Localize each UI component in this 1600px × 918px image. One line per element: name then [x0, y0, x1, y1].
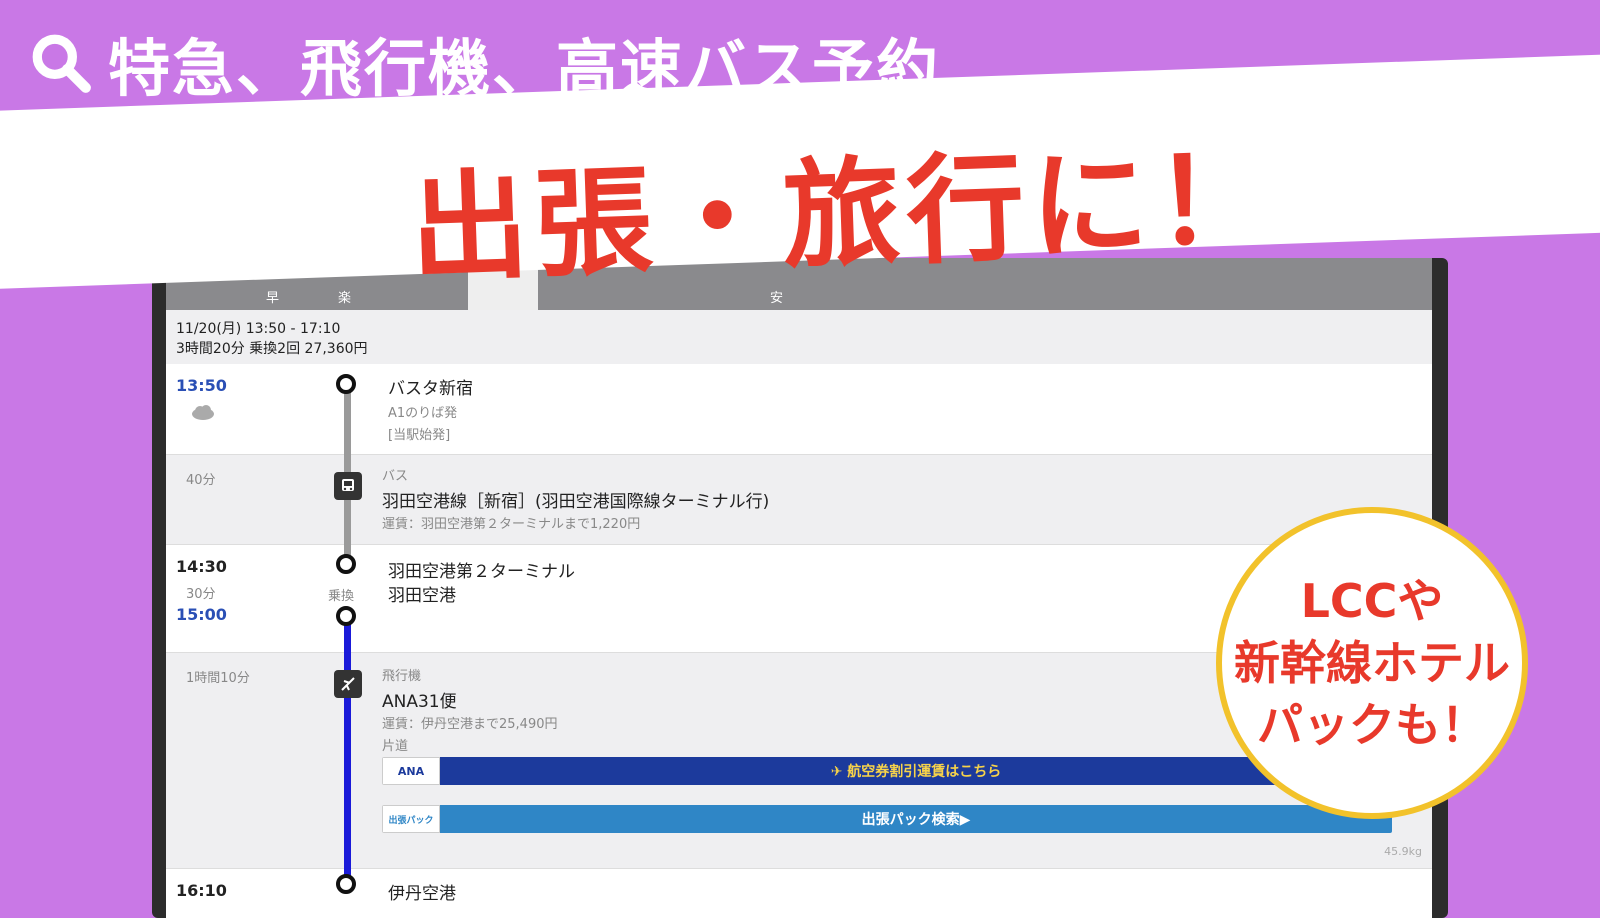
dep-station[interactable]: バスタ新宿	[388, 374, 473, 399]
arrival-row: 16:10 伊丹空港	[166, 868, 1432, 918]
ana-discount-button[interactable]: ANA ✈ 航空券割引運賃はこちら	[382, 757, 1392, 785]
bus-fare: 運賃：羽田空港第２ターミナルまで1,220円	[382, 517, 641, 532]
transfer-node-arr	[336, 554, 356, 574]
cloud-icon	[192, 405, 214, 420]
bus-icon	[334, 472, 362, 500]
transfer-node-dep	[336, 606, 356, 626]
banner-text: 出張・旅行に！	[408, 129, 1281, 299]
search-icon	[32, 34, 91, 93]
arr-node	[336, 874, 356, 894]
bus-type: バス	[382, 469, 409, 484]
transfer-station-2[interactable]: 羽田空港	[388, 581, 456, 606]
bus-duration: 40分	[186, 473, 216, 488]
flight-fare: 運賃：伊丹空港まで25,490円	[382, 717, 558, 732]
ana-logo: ANA	[382, 757, 440, 785]
bubble-line-2: 新幹線ホテル	[1234, 636, 1510, 690]
bubble-line-3: パックも！	[1257, 698, 1487, 752]
pack-button-label: 出張パック検索▶	[440, 805, 1392, 833]
summary-detail: 3時間20分 乗換2回 27,360円	[176, 341, 368, 357]
route-summary: 11/20(月) 13:50 - 17:10 3時間20分 乗換2回 27,36…	[166, 310, 1432, 365]
dep-node	[336, 374, 356, 394]
co2-value: 45.9kg	[1384, 845, 1422, 858]
departure-row: 13:50 バスタ新宿 A1のりば発 [当駅始発]	[166, 364, 1432, 454]
flight-route-line	[344, 614, 351, 884]
dep-note: [当駅始発]	[388, 428, 451, 443]
pack-logo: 出張パック	[382, 805, 440, 833]
ana-button-label: ✈ 航空券割引運賃はこちら	[440, 757, 1392, 785]
summary-datetime: 11/20(月) 13:50 - 17:10	[176, 321, 341, 337]
airplane-icon	[334, 670, 362, 698]
next-time: 16:10	[176, 881, 227, 900]
transfer-label: 乗換	[328, 589, 355, 604]
bus-name[interactable]: 羽田空港線［新宿］(羽田空港国際線ターミナル行)	[382, 487, 769, 512]
bubble-line-1: LCCや	[1300, 574, 1444, 628]
business-pack-button[interactable]: 出張パック 出張パック検索▶	[382, 805, 1392, 833]
flight-duration: 1時間10分	[186, 671, 250, 686]
arr-time: 14:30	[176, 557, 227, 576]
flight-note: 片道	[382, 739, 409, 754]
transfer-station[interactable]: 羽田空港第２ターミナル	[388, 557, 575, 582]
dep-time-2: 15:00	[176, 605, 227, 624]
flight-type: 飛行機	[382, 669, 422, 684]
next-station[interactable]: 伊丹空港	[388, 879, 456, 904]
dep-platform: A1のりば発	[388, 406, 458, 421]
transfer-wait: 30分	[186, 587, 216, 602]
dep-time: 13:50	[176, 376, 227, 395]
flight-name[interactable]: ANA31便	[382, 687, 457, 712]
promo-bubble: LCCや 新幹線ホテル パックも！	[1216, 507, 1528, 819]
